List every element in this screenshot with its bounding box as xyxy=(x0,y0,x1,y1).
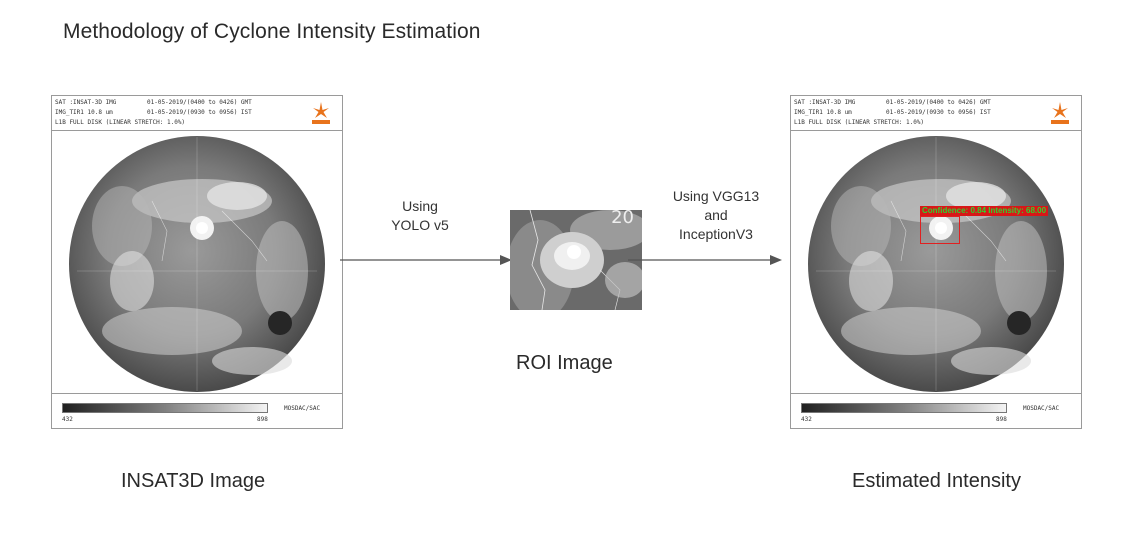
colorbar xyxy=(801,403,1007,413)
colorbar-min: 432 xyxy=(62,416,73,423)
caption-roi: ROI Image xyxy=(516,352,613,374)
step2-line3: InceptionV3 xyxy=(679,226,753,242)
caption-estimated: Estimated Intensity xyxy=(852,470,1021,492)
step2-line2: and xyxy=(704,207,728,223)
colorbar-max: 898 xyxy=(257,416,268,423)
roi-image: 20 xyxy=(510,210,642,310)
header-line-1: SAT :INSAT-3D IMG xyxy=(794,99,856,106)
arrow-right-icon xyxy=(340,255,512,265)
caption-insat3d: INSAT3D Image xyxy=(121,470,266,492)
header-line-3: L1B FULL DISK (LINEAR STRETCH: 1.0%) xyxy=(55,119,186,126)
header-line-2: IMG_TIR1 10.8 um xyxy=(794,109,852,116)
panel-header: SAT :INSAT-3D IMG 01-05-2019/(0400 to 04… xyxy=(791,96,1081,131)
panel-header: SAT :INSAT-3D IMG 01-05-2019/(0400 to 04… xyxy=(52,96,342,131)
detection-bounding-box xyxy=(920,216,960,244)
isro-logo xyxy=(312,102,330,124)
satellite-globe xyxy=(791,131,1081,394)
roi-overlay-label: 20 xyxy=(611,210,634,228)
header-line-2: IMG_TIR1 10.8 um xyxy=(55,109,113,116)
colorbar-max: 898 xyxy=(996,416,1007,423)
step1-line2: YOLO v5 xyxy=(391,217,449,233)
isro-logo xyxy=(1051,102,1069,124)
header-line-2-right: 01-05-2019/(0930 to 0956) IST xyxy=(147,109,252,116)
step1-label: Using YOLO v5 xyxy=(380,197,460,235)
satellite-globe xyxy=(52,131,342,394)
panel-footer: 432 898 MOSDAC/SAC xyxy=(791,394,1081,428)
footer-credit: MOSDAC/SAC xyxy=(1023,405,1060,412)
step2-label: Using VGG13 and InceptionV3 xyxy=(660,187,772,244)
header-line-1-right: 01-05-2019/(0400 to 0426) GMT xyxy=(147,99,252,106)
arrow-right-icon xyxy=(628,255,782,265)
page-title: Methodology of Cyclone Intensity Estimat… xyxy=(63,20,481,43)
header-line-3: L1B FULL DISK (LINEAR STRETCH: 1.0%) xyxy=(794,119,925,126)
header-line-1-right: 01-05-2019/(0400 to 0426) GMT xyxy=(886,99,991,106)
colorbar xyxy=(62,403,268,413)
header-line-2-right: 01-05-2019/(0930 to 0956) IST xyxy=(886,109,991,116)
insat3d-image-panel: SAT :INSAT-3D IMG 01-05-2019/(0400 to 04… xyxy=(51,95,343,429)
panel-footer: 432 898 MOSDAC/SAC xyxy=(52,394,342,428)
step2-line1: Using VGG13 xyxy=(672,188,760,204)
estimated-intensity-panel: SAT :INSAT-3D IMG 01-05-2019/(0400 to 04… xyxy=(790,95,1082,429)
footer-credit: MOSDAC/SAC xyxy=(284,405,321,412)
colorbar-min: 432 xyxy=(801,416,812,423)
header-line-1: SAT :INSAT-3D IMG xyxy=(55,99,117,106)
step1-line1: Using xyxy=(402,198,438,214)
detection-label: Confidence: 0.84 Intensity: 68.00 xyxy=(920,206,1049,216)
